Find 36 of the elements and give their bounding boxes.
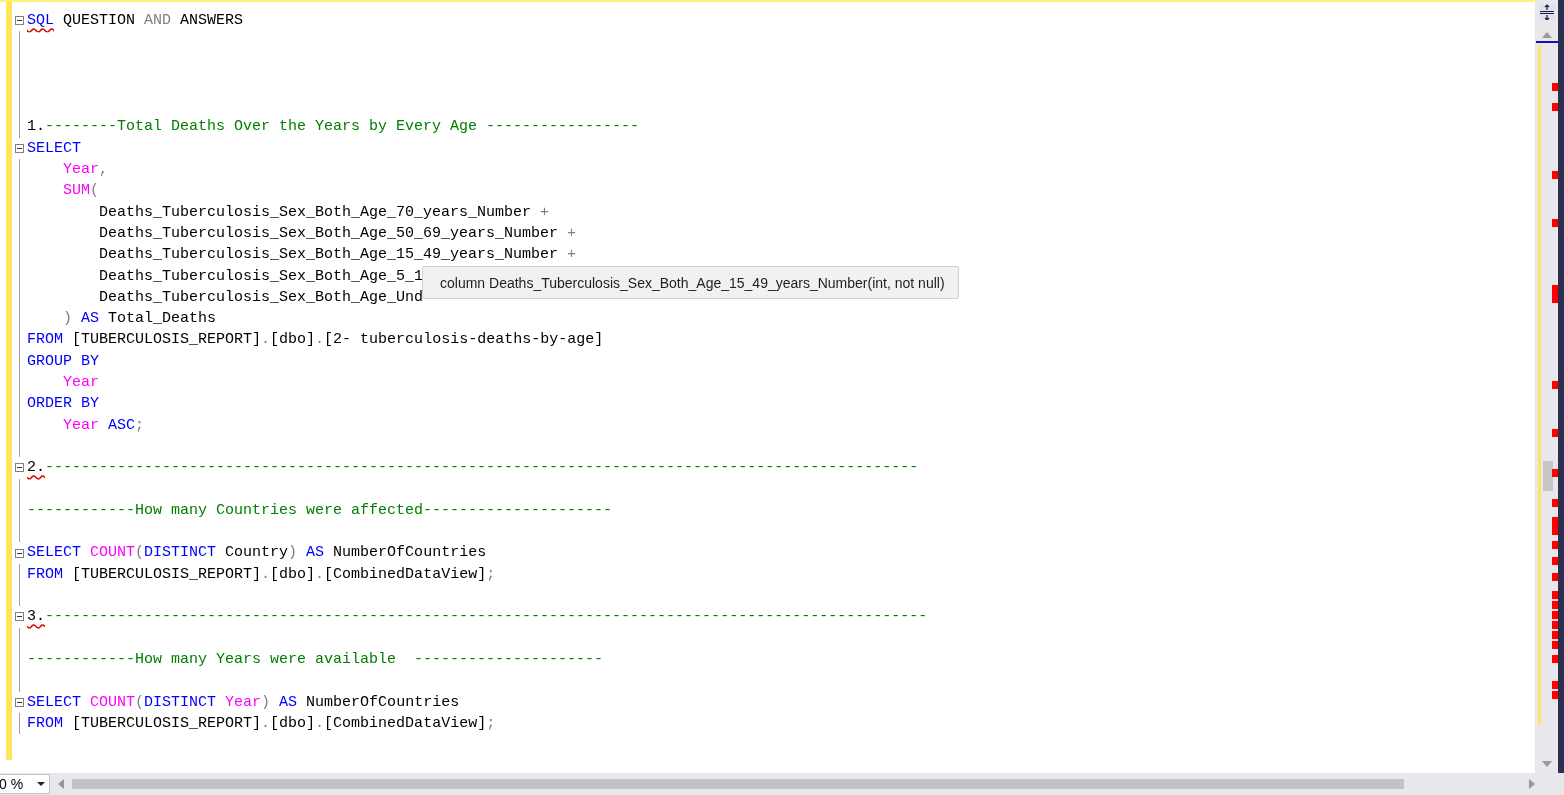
collapse-icon[interactable] <box>15 143 24 153</box>
collapse-icon[interactable] <box>15 463 24 473</box>
code-line: GROUP BY <box>27 351 99 372</box>
caret-icon <box>37 782 45 786</box>
code-line: 2.------------------------------------------------------------------------------------------------- <box>27 458 919 479</box>
code-line: SELECT COUNT(DISTINCT Year) AS NumberOfCountries <box>27 692 460 713</box>
code-line: ------------How many Countries were affected--------------------- <box>27 500 613 521</box>
code-line: FROM [TUBERCULOSIS_REPORT].[dbo].[CombinedDataView]; <box>27 564 496 585</box>
split-icon[interactable] <box>1538 4 1555 20</box>
tooltip: column Deaths_Tuberculosis_Sex_Both_Age_15_49_years_Number(int, not null) <box>422 266 959 299</box>
code-line: SUM( <box>62 181 100 202</box>
code-line: Deaths_Tuberculosis_Sex_Both_Age_15_49_years_Number + <box>98 245 577 266</box>
code-line: SQL QUESTION AND ANSWERS <box>27 11 244 31</box>
code-line: 1.--------Total Deaths Over the Years by Every Age ----------------- <box>27 117 640 138</box>
code-line: Deaths_Tuberculosis_Sex_Both_Age_50_69_years_Number + <box>98 223 577 244</box>
code-line: Deaths_Tuberculosis_Sex_Both_Age_5_1 <box>98 266 424 287</box>
collapse-icon[interactable] <box>15 16 24 26</box>
code-line: ORDER BY <box>27 394 99 415</box>
scrollbar-thumb[interactable] <box>72 779 1404 789</box>
code-line: Deaths_Tuberculosis_Sex_Both_Age_70_years_Number + <box>98 202 550 223</box>
code-line: Deaths_Tuberculosis_Sex_Both_Age_Und <box>98 287 424 308</box>
collapse-icon[interactable] <box>15 612 24 622</box>
collapse-icon[interactable] <box>15 697 24 707</box>
code-line: 3.-------------------------------------------------------------------------------------------------- <box>27 607 928 628</box>
code-line: Year, <box>62 160 109 181</box>
code-line: FROM [TUBERCULOSIS_REPORT].[dbo].[CombinedDataView]; <box>27 713 496 734</box>
code-line: Year <box>62 373 99 394</box>
zoom-dropdown[interactable]: 0 % <box>0 774 50 794</box>
vertical-scrollbar[interactable] <box>1535 0 1564 773</box>
code-line: ) AS Total_Deaths <box>62 309 217 330</box>
code-line: ------------How many Years were available --------------------- <box>27 649 604 670</box>
code-line: SELECT COUNT(DISTINCT Country) AS NumberOfCountries <box>27 543 487 564</box>
collapse-icon[interactable] <box>15 548 24 558</box>
code-line: SELECT <box>27 138 81 159</box>
code-line: Year ASC; <box>62 415 145 436</box>
code-line: FROM [TUBERCULOSIS_REPORT].[dbo].[2- tuberculosis-deaths-by-age] <box>27 330 604 351</box>
